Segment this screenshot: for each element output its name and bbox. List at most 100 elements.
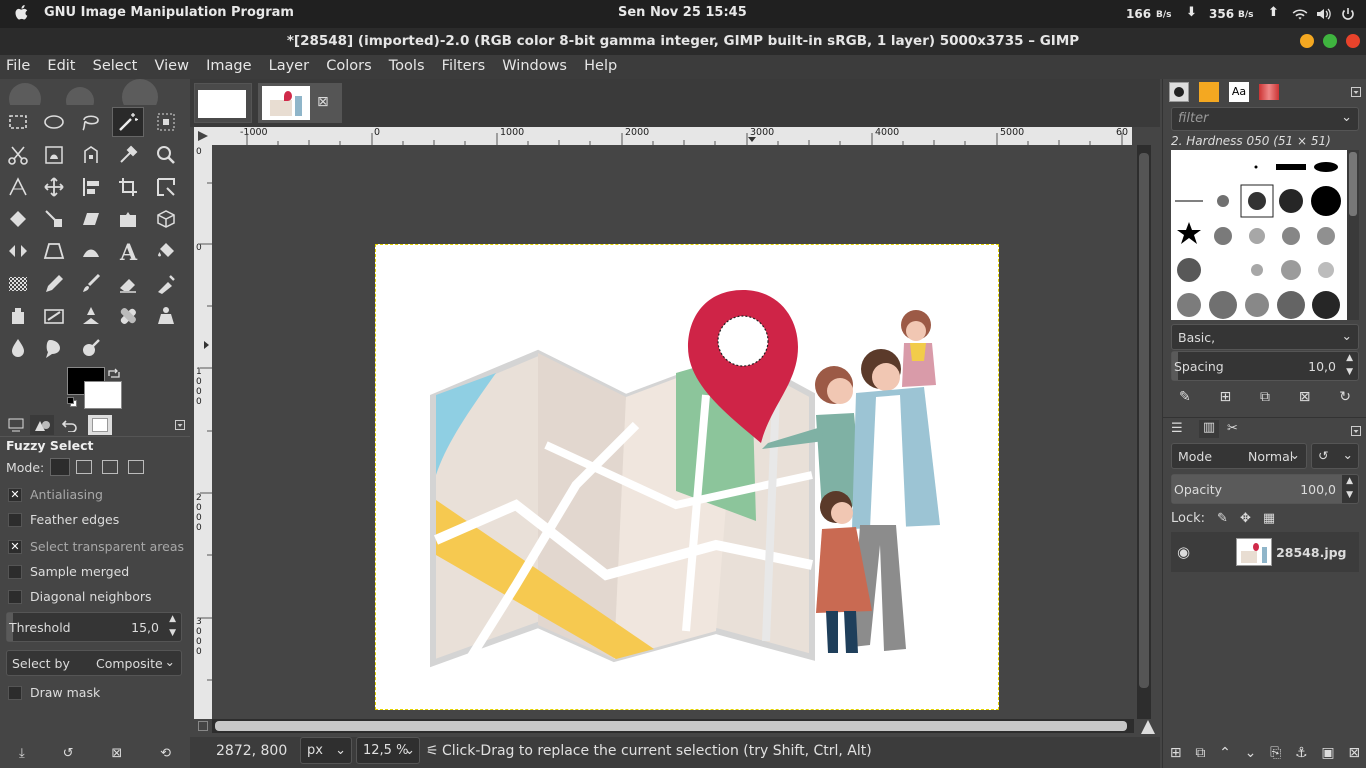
mask-layer-icon[interactable]: ▣ (1321, 745, 1334, 761)
delete-layer-icon[interactable]: ⊠ (1348, 745, 1360, 761)
select-transparent-row[interactable]: ✕ Select transparent areas (8, 539, 184, 554)
3d-transform-tool[interactable] (150, 204, 182, 234)
new-layer-icon[interactable]: ⊞ (1170, 745, 1182, 761)
new-group-icon[interactable]: ⧉ (1195, 745, 1205, 761)
align-tool[interactable] (75, 172, 107, 202)
menu-select[interactable]: Select (93, 55, 138, 74)
perspective-clone-tool[interactable] (150, 301, 182, 331)
save-preset-icon[interactable]: ⤓ (19, 746, 25, 761)
flip-tool[interactable] (2, 236, 34, 266)
measure-tool[interactable] (2, 172, 34, 202)
pencil-tool[interactable] (38, 269, 70, 299)
image-tab-blank[interactable] (194, 83, 252, 123)
lock-alpha-icon[interactable]: ▦ (1263, 511, 1275, 526)
reset-icon[interactable]: ⟲ (160, 746, 171, 761)
menu-colors[interactable]: Colors (326, 55, 371, 74)
zoom-combo[interactable]: 12,5 % ⌄ (356, 737, 420, 764)
cage-transform-tool[interactable] (112, 204, 144, 234)
brush-grid[interactable] (1171, 150, 1349, 320)
undo-history-tab-icon[interactable] (58, 415, 82, 435)
refresh-brushes-icon[interactable]: ↻ (1339, 389, 1351, 411)
spin-up-icon[interactable]: ▲ (1346, 476, 1353, 486)
ruler-corner[interactable] (194, 127, 212, 145)
panel-menu-icon[interactable] (1351, 87, 1361, 97)
diagonal-neighbors-checkbox[interactable] (8, 589, 22, 604)
text-tool[interactable]: A (112, 236, 144, 266)
swap-colors-icon[interactable] (107, 368, 121, 380)
menu-windows[interactable]: Windows (502, 55, 567, 74)
image-tab-active[interactable]: ⊠ (258, 83, 342, 123)
dodge-burn-tool[interactable] (75, 333, 107, 363)
zoom-tool[interactable] (150, 140, 182, 170)
vertical-scrollbar[interactable] (1137, 145, 1151, 719)
unit-combo[interactable]: px ⌄ (300, 737, 352, 764)
move-tool[interactable] (38, 172, 70, 202)
navigate-icon[interactable] (1140, 719, 1156, 735)
horizontal-scrollbar[interactable] (212, 719, 1134, 733)
color-picker-tool[interactable] (112, 140, 144, 170)
restore-preset-icon[interactable]: ↺ (63, 746, 74, 761)
device-status-tab-icon[interactable] (30, 415, 54, 435)
images-tab-icon[interactable] (88, 415, 112, 435)
menu-filters[interactable]: Filters (442, 55, 485, 74)
foreground-select-tool[interactable] (38, 140, 70, 170)
rect-select-tool[interactable] (2, 107, 34, 137)
raise-layer-icon[interactable]: ⌃ (1219, 745, 1231, 761)
menu-help[interactable]: Help (584, 55, 617, 74)
warp-transform-tool[interactable] (2, 204, 34, 234)
paths-tool[interactable] (75, 140, 107, 170)
menu-layer[interactable]: Layer (269, 55, 309, 74)
horizontal-ruler[interactable]: -1000 0 1000 2000 3000 4000 5000 60 (212, 127, 1132, 145)
ink-tool[interactable] (2, 301, 34, 331)
menu-file[interactable]: File (6, 55, 30, 74)
select-by-color-tool[interactable] (150, 107, 182, 137)
tool-options-tab-icon[interactable] (4, 415, 28, 435)
apple-icon[interactable] (14, 4, 30, 22)
patterns-tab-icon[interactable] (1199, 82, 1219, 102)
mode-intersect-button[interactable] (128, 460, 145, 474)
menu-tools[interactable]: Tools (389, 55, 425, 74)
close-button[interactable] (1346, 34, 1360, 48)
bucket-fill-tool-alt[interactable] (75, 236, 107, 266)
new-brush-icon[interactable]: ⊞ (1220, 389, 1232, 411)
unified-transform-tool[interactable] (150, 172, 182, 202)
perspective-tool[interactable] (38, 236, 70, 266)
antialiasing-checkbox[interactable]: ✕ (8, 487, 22, 502)
lock-pixels-icon[interactable]: ✎ (1217, 511, 1228, 526)
gradient-tool[interactable] (2, 269, 34, 299)
delete-brush-icon[interactable]: ⊠ (1299, 389, 1311, 411)
diagonal-neighbors-row[interactable]: Diagonal neighbors (8, 589, 152, 604)
panel-menu-icon[interactable] (168, 415, 192, 435)
menu-image[interactable]: Image (206, 55, 251, 74)
select-transparent-checkbox[interactable]: ✕ (8, 539, 22, 554)
brush-filter-input[interactable]: filter ⌄ (1171, 107, 1359, 131)
mode-add-button[interactable] (76, 460, 93, 474)
spacing-slider[interactable]: Spacing 10,0 ▲ ▼ (1171, 351, 1359, 381)
spin-down-icon[interactable]: ▼ (169, 628, 176, 638)
background-color-swatch[interactable] (84, 381, 122, 409)
brush-preset-combo[interactable]: Basic, ⌄ (1171, 324, 1359, 350)
handle-transform-tool[interactable] (38, 204, 70, 234)
spin-down-icon[interactable]: ▼ (1346, 490, 1353, 500)
select-by-combo[interactable]: Select by Composite ⌄ (6, 650, 182, 676)
lock-position-icon[interactable]: ✥ (1240, 511, 1251, 526)
menu-edit[interactable]: Edit (47, 55, 75, 74)
power-icon[interactable] (1341, 7, 1355, 21)
opacity-slider[interactable]: Opacity 100,0 ▲ ▼ (1171, 474, 1359, 504)
spin-up-icon[interactable]: ▲ (1346, 353, 1353, 363)
spin-up-icon[interactable]: ▲ (169, 614, 176, 624)
ellipse-select-tool[interactable] (38, 107, 70, 137)
clock[interactable]: Sen Nov 25 15:45 (618, 5, 747, 20)
horizontal-scroll-thumb[interactable] (215, 721, 1127, 731)
quick-mask-toggle-icon[interactable] (198, 721, 208, 731)
panel-menu-icon[interactable] (1351, 426, 1361, 436)
heal-tool[interactable] (112, 301, 144, 331)
vertical-ruler[interactable]: 0 0 1000 2000 3000 (194, 145, 212, 719)
vertical-scroll-thumb[interactable] (1139, 153, 1149, 688)
antialiasing-row[interactable]: ✕ Antialiasing (8, 487, 103, 502)
maximize-button[interactable] (1323, 34, 1337, 48)
airbrush-tool[interactable] (150, 269, 182, 299)
draw-mask-checkbox[interactable] (8, 685, 22, 700)
menu-view[interactable]: View (155, 55, 189, 74)
bucket-fill-tool[interactable] (150, 236, 182, 266)
